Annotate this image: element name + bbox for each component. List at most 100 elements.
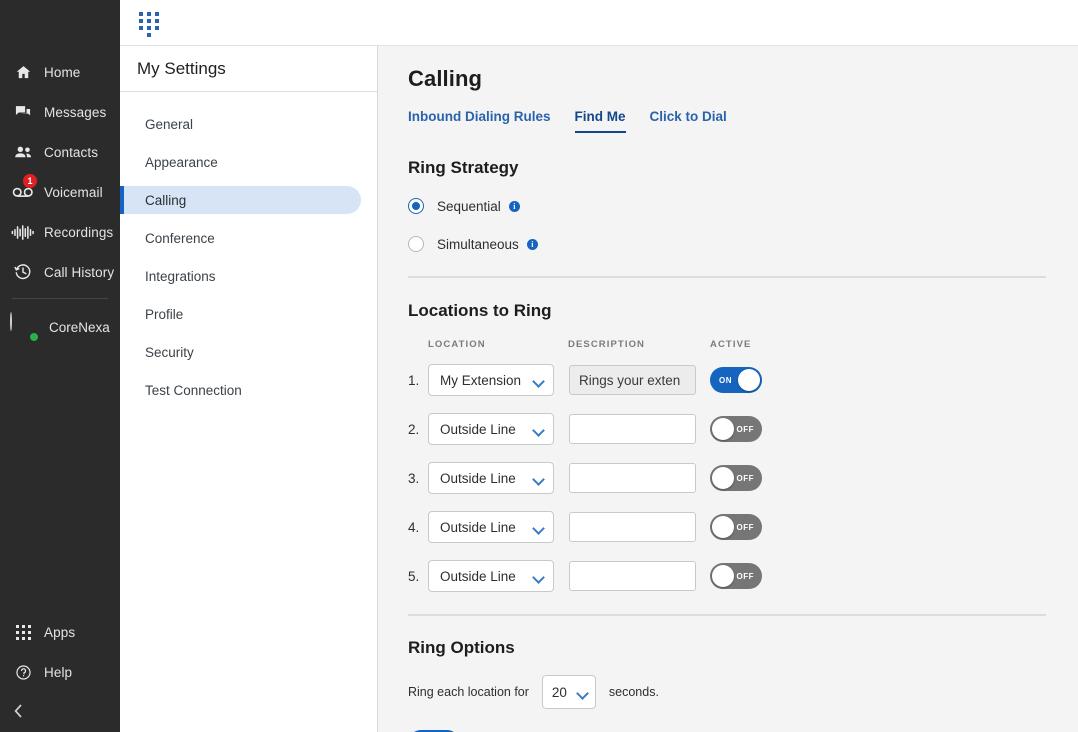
nav-label-call-history: Call History — [44, 264, 115, 280]
settings-item-security[interactable]: Security — [120, 338, 377, 366]
location-row-2: 2. Outside Line OFF — [408, 413, 1078, 445]
toggle-knob — [712, 565, 734, 587]
nav-label-help: Help — [44, 664, 73, 680]
active-toggle-4[interactable]: OFF — [710, 514, 762, 540]
column-header-location: LOCATION — [428, 339, 486, 350]
active-toggle-2[interactable]: OFF — [710, 416, 762, 442]
help-circle-icon — [10, 661, 36, 683]
chevron-down-icon — [533, 475, 544, 482]
seconds-suffix-label: seconds. — [608, 685, 659, 699]
description-input-4[interactable] — [569, 512, 696, 542]
description-input-3[interactable] — [569, 463, 696, 493]
active-toggle-1[interactable]: ON — [710, 367, 762, 393]
toggle-knob — [738, 369, 760, 391]
settings-item-conference[interactable]: Conference — [120, 224, 377, 252]
settings-label-general: General — [145, 116, 194, 132]
radio-sequential[interactable] — [408, 198, 424, 214]
location-select-4[interactable]: Outside Line — [428, 511, 554, 543]
voicemail-unread-badge: 1 — [23, 174, 37, 188]
nav-label-contacts: Contacts — [44, 144, 99, 160]
settings-label-integrations: Integrations — [145, 268, 216, 284]
ring-seconds-select[interactable]: 20 — [541, 675, 596, 709]
radio-simultaneous[interactable] — [408, 236, 424, 252]
apps-grid-icon — [10, 621, 36, 643]
nav-item-help[interactable]: Help — [0, 656, 120, 688]
info-icon-simultaneous[interactable]: i — [526, 238, 538, 250]
description-input-5[interactable] — [569, 561, 696, 591]
contacts-icon — [10, 141, 36, 163]
nav-item-apps[interactable]: Apps — [0, 616, 120, 648]
toggle-knob — [712, 418, 734, 440]
location-select-2[interactable]: Outside Line — [428, 413, 554, 445]
location-select-value-2: Outside Line — [440, 421, 516, 437]
page-title: Calling — [408, 66, 483, 91]
location-select-5[interactable]: Outside Line — [428, 560, 554, 592]
tab-click-to-dial[interactable]: Click to Dial — [650, 109, 727, 133]
nav-label-recordings: Recordings — [44, 224, 114, 240]
nav-item-messages[interactable]: Messages — [0, 96, 120, 128]
location-number-2: 2. — [408, 421, 420, 437]
chevron-down-icon — [577, 689, 588, 696]
description-input-1 — [569, 365, 696, 395]
column-header-active: ACTIVE — [710, 339, 752, 350]
calling-settings-content: Calling Inbound Dialing Rules Find Me Cl… — [378, 46, 1078, 732]
presence-indicator — [29, 332, 39, 342]
location-select-1[interactable]: My Extension — [428, 364, 554, 396]
settings-label-calling: Calling — [145, 192, 187, 208]
location-row-3: 3. Outside Line OFF — [408, 462, 1078, 494]
locations-column-headers: LOCATION DESCRIPTION ACTIVE — [408, 339, 1078, 350]
radio-label-sequential: Sequential — [437, 198, 501, 214]
settings-item-test-connection[interactable]: Test Connection — [120, 376, 377, 404]
ring-seconds-value: 20 — [551, 684, 567, 700]
toggle-label-5: OFF — [736, 571, 754, 581]
ring-strategy-title: Ring Strategy — [408, 158, 519, 177]
collapse-sidebar-button[interactable] — [0, 696, 120, 726]
location-number-3: 3. — [408, 470, 420, 486]
tab-find-me[interactable]: Find Me — [574, 109, 626, 133]
info-icon-sequential[interactable]: i — [508, 200, 520, 212]
nav-item-voicemail[interactable]: 1 Voicemail — [0, 174, 120, 208]
settings-nav-list: General Appearance Calling Conference In… — [120, 92, 377, 414]
ring-each-location-label: Ring each location for — [408, 685, 529, 699]
toggle-label-1: ON — [719, 375, 732, 385]
settings-panel: My Settings General Appearance Calling C… — [120, 0, 378, 732]
settings-header: My Settings — [120, 46, 377, 92]
messages-icon — [10, 101, 36, 123]
radio-option-sequential[interactable]: Sequential i — [408, 198, 1078, 214]
settings-label-test-connection: Test Connection — [145, 382, 242, 398]
voicemail-icon: 1 — [10, 174, 37, 203]
user-profile-row[interactable]: CoreNexa — [0, 312, 120, 342]
radio-option-simultaneous[interactable]: Simultaneous i — [408, 236, 1078, 252]
active-toggle-5[interactable]: OFF — [710, 563, 762, 589]
nav-item-contacts[interactable]: Contacts — [0, 136, 120, 168]
nav-item-recordings[interactable]: Recordings — [0, 216, 120, 248]
nav-divider — [12, 298, 108, 299]
active-toggle-3[interactable]: OFF — [710, 465, 762, 491]
location-row-1: 1. My Extension ON — [408, 364, 1078, 396]
settings-item-general[interactable]: General — [120, 110, 377, 138]
section-divider-1 — [408, 276, 1046, 278]
chevron-down-icon — [533, 426, 544, 433]
main-content-area: Calling Inbound Dialing Rules Find Me Cl… — [378, 0, 1078, 732]
settings-item-integrations[interactable]: Integrations — [120, 262, 377, 290]
tab-inbound-dialing-rules[interactable]: Inbound Dialing Rules — [408, 109, 551, 133]
dialpad-icon[interactable] — [138, 10, 160, 37]
toggle-label-4: OFF — [736, 522, 754, 532]
calling-tabs: Inbound Dialing Rules Find Me Click to D… — [408, 109, 1078, 133]
nav-item-home[interactable]: Home — [0, 56, 120, 88]
settings-item-calling[interactable]: Calling — [120, 186, 361, 214]
chevron-down-icon — [533, 573, 544, 580]
location-select-3[interactable]: Outside Line — [428, 462, 554, 494]
left-nav-items: Home Messages Contacts 1 Voicemail Recor… — [0, 0, 120, 342]
location-select-value-1: My Extension — [440, 372, 522, 388]
location-select-value-3: Outside Line — [440, 470, 516, 486]
avatar — [10, 312, 39, 342]
description-input-2[interactable] — [569, 414, 696, 444]
settings-item-appearance[interactable]: Appearance — [120, 148, 377, 176]
left-navigation-sidebar: Home Messages Contacts 1 Voicemail Recor… — [0, 0, 120, 732]
toggle-label-2: OFF — [736, 424, 754, 434]
ring-options-title: Ring Options — [408, 638, 515, 657]
settings-item-profile[interactable]: Profile — [120, 300, 377, 328]
settings-label-profile: Profile — [145, 306, 184, 322]
nav-item-call-history[interactable]: Call History — [0, 256, 120, 288]
